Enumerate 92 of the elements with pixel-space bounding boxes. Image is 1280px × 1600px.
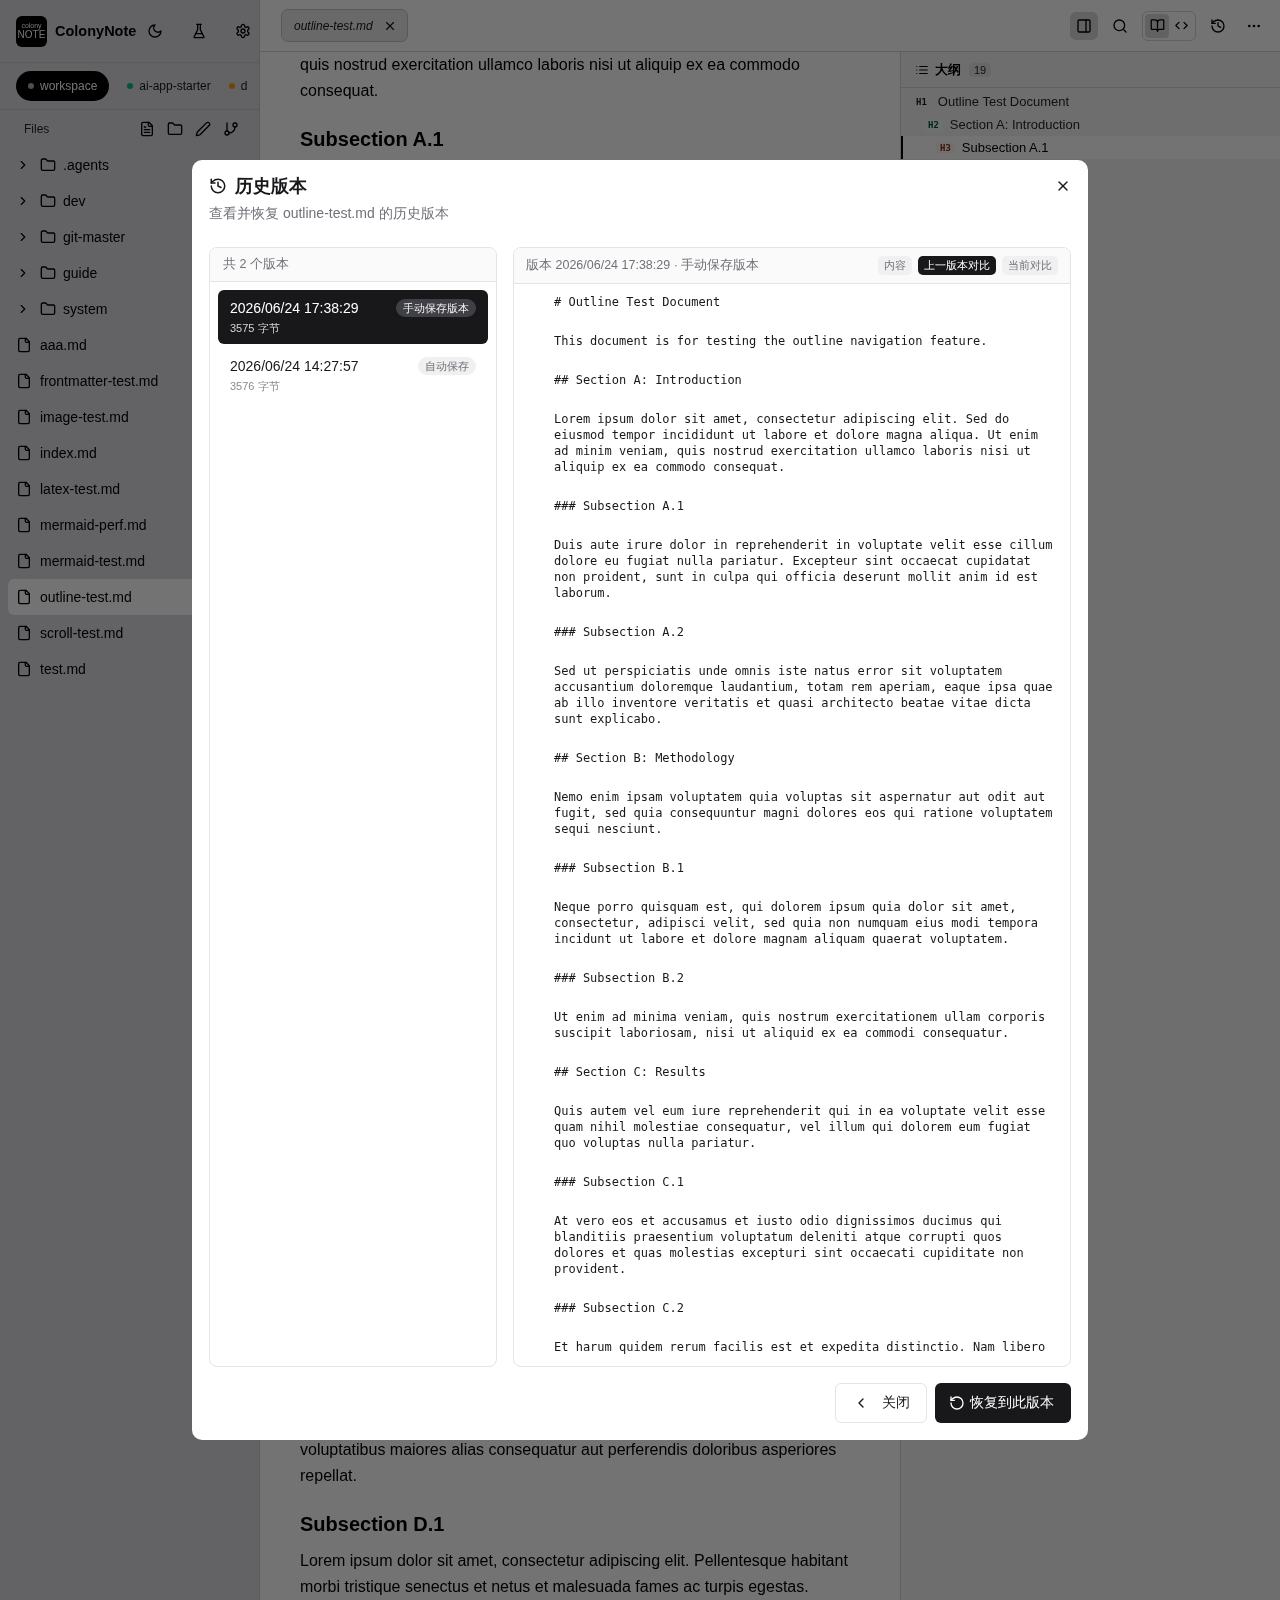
file-icon xyxy=(16,373,32,389)
file-item[interactable]: test.md xyxy=(8,651,251,687)
panel-toggle-button[interactable] xyxy=(1070,11,1098,40)
code-line: Ut enim ad minima veniam, quis nostrum exercitationem ullam corporis suscipit laboriosam, nisi ut aliquid ex ea commodi consequatur. xyxy=(554,1009,1047,1042)
code-line: Nemo enim ipsam voluptatem quia voluptas sit aspernatur aut odit aut fugit, sed quia consequuntur magni dolores eos qui ratione voluptatem sequi nesciunt. xyxy=(554,789,1054,838)
moon-icon[interactable] xyxy=(147,23,163,39)
file-item[interactable]: latex-test.md xyxy=(8,471,251,507)
preview-title: 版本 2026/06/24 17:38:29 · 手动保存版本 xyxy=(526,257,760,274)
heading-level-badge: H3 xyxy=(936,141,955,154)
app-name: ColonyNote xyxy=(55,23,137,39)
view-mode-button[interactable] xyxy=(1145,13,1169,38)
close-button[interactable]: 关闭 xyxy=(835,1383,927,1423)
save-type-badge: 自动保存 xyxy=(418,357,476,375)
code-line: ## Section B: Methodology xyxy=(554,750,736,767)
code-line: ### Subsection B.1 xyxy=(554,860,686,877)
file-icon xyxy=(16,625,32,641)
dialog-title: 历史版本 xyxy=(235,175,307,198)
version-item[interactable]: 2026/06/24 17:38:29 手动保存版本 3575 字节 xyxy=(218,290,488,344)
file-item[interactable]: index.md xyxy=(8,435,251,471)
file-icon xyxy=(16,553,32,569)
file-icon xyxy=(16,481,32,497)
paragraph-text: quis nostrud exercitation ullamco laboris nisi ut aliquip ex ea commodo consequat. xyxy=(300,55,801,101)
pencil-icon[interactable] xyxy=(195,120,211,137)
save-type-badge: 手动保存版本 xyxy=(396,299,476,317)
history-icon[interactable] xyxy=(1210,17,1226,34)
restore-button[interactable]: 恢复到此版本 xyxy=(935,1383,1071,1423)
code-line: ### Subsection C.2 xyxy=(554,1300,686,1317)
file-item[interactable]: mermaid-perf.md xyxy=(8,507,251,543)
folder-icon xyxy=(40,193,56,209)
file-icon xyxy=(16,445,32,461)
code-line: Duis aute irure dolor in reprehenderit in voluptate velit esse cillum dolore eu fugiat nulla pariatur. Excepteur sint occaecat cupidatat non proident, sunt in culpa qui officia deserunt mollit anim id est laborum. xyxy=(554,537,1054,602)
file-icon xyxy=(16,337,32,353)
heading-level-badge: H2 xyxy=(924,118,943,131)
code-line: ### Subsection B.2 xyxy=(554,970,686,987)
paragraph-text: Lorem ipsum dolor sit amet, consectetur adipiscing elit. Pellentesque habitant morbi tristique senectus et netus et malesuada fames ac turpis egestas. xyxy=(300,1551,849,1597)
code-line: ### Subsection A.1 xyxy=(554,498,686,515)
folder-icon xyxy=(40,229,56,245)
count-badge: 19 xyxy=(969,62,992,77)
code-line: ## Section A: Introduction xyxy=(554,372,743,389)
code-line: At vero eos et accusamus et iusto odio dignissimos ducimus qui blanditiis praesentium voluptatum deleniti atque corrupti quos dolores et quas molestias excepturi sint occaecati cupiditate non provident. xyxy=(554,1213,1025,1278)
view-mode-tab[interactable]: 上一版本对比 xyxy=(918,256,996,275)
paragraph-text: voluptatibus maiores alias consequatur aut perferendis doloribus asperiores repellat. xyxy=(300,1440,838,1486)
search-icon[interactable] xyxy=(1112,17,1128,34)
section-label: Files xyxy=(24,121,50,136)
view-mode-tab[interactable]: 当前对比 xyxy=(1002,256,1058,275)
history-icon xyxy=(209,177,227,195)
file-tab[interactable]: outline-test.md xyxy=(281,9,408,42)
branch-icon[interactable] xyxy=(223,120,239,137)
file-icon xyxy=(16,409,32,425)
code-line: Et harum quidem rerum facilis est et expedita distinctio. Nam libero xyxy=(554,1339,1047,1356)
version-size: 3575 字节 xyxy=(230,321,281,335)
section-heading: Subsection D.1 xyxy=(300,1512,446,1537)
undo-icon xyxy=(949,1395,965,1411)
code-line: Quis autem vel eum iure reprehenderit qui in ea voluptate velit esse quam nihil molestiae consequatur, vel illum qui dolorem eum fugiat quo voluptas nulla pariatur. xyxy=(554,1103,1047,1152)
folder-icon xyxy=(40,301,56,317)
flask-icon[interactable] xyxy=(191,23,207,39)
code-line: This document is for testing the outline navigation feature. xyxy=(554,333,989,350)
file-icon xyxy=(16,661,32,677)
version-item[interactable]: 2026/06/24 14:27:57 自动保存 3576 字节 xyxy=(218,348,488,402)
folder-icon[interactable] xyxy=(167,120,183,137)
file-item[interactable]: scroll-test.md xyxy=(8,615,251,651)
side-panel-icon xyxy=(1076,17,1092,34)
outline-item[interactable]: H1 Outline Test Document xyxy=(901,90,1280,113)
outline-title: 大纲 xyxy=(935,60,961,79)
workspace-chip[interactable]: workspace xyxy=(16,71,110,101)
code-line: ## Section C: Results xyxy=(554,1064,707,1081)
version-time: 2026/06/24 14:27:57 xyxy=(230,357,359,375)
outline-item[interactable]: H3 Subsection A.1 xyxy=(901,136,1280,159)
version-size: 3576 字节 xyxy=(230,379,281,393)
book-icon xyxy=(1149,18,1165,33)
section-heading: Subsection A.1 xyxy=(300,127,445,152)
view-mode-tab[interactable]: 内容 xyxy=(878,256,912,275)
workspace-chip[interactable]: d xyxy=(226,71,248,101)
logo-text: NOTE xyxy=(17,29,46,40)
code-line: Sed ut perspiciatis unde omnis iste natus error sit voluptatem accusantium doloremque laudantium, totam rem aperiam, eaque ipsa quae ab illo inventore veritatis et quasi architecto beatae vitae dicta sunt explicabo. xyxy=(554,663,1054,728)
file-icon xyxy=(16,517,32,533)
code-line: ### Subsection C.1 xyxy=(554,1174,686,1191)
code-line: Lorem ipsum dolor sit amet, consectetur adipiscing elit. Sed do eiusmod tempor incididunt ut labore et dolore magna aliqua. Ut enim ad minim veniam, quis nostrud exercitation ullamco laboris nisi ut aliquip ex ea commodo consequat. xyxy=(554,411,1040,476)
outline-item[interactable]: H2 Section A: Introduction xyxy=(901,113,1280,136)
file-item[interactable]: image-test.md xyxy=(8,399,251,435)
code-line: ### Subsection A.2 xyxy=(554,624,686,641)
file-item[interactable]: mermaid-test.md xyxy=(8,543,251,579)
settings-icon[interactable] xyxy=(235,23,251,39)
folder-icon xyxy=(40,157,56,173)
workspace-chip[interactable]: ai-app-starter xyxy=(125,71,211,101)
version-time: 2026/06/24 17:38:29 xyxy=(230,299,359,317)
file-icon xyxy=(16,589,32,605)
version-count: 共 2 个版本 xyxy=(223,256,289,273)
document-icon[interactable] xyxy=(139,120,155,137)
folder-icon xyxy=(40,265,56,281)
code-line: # Outline Test Document xyxy=(554,294,722,311)
code-line: Neque porro quisquam est, qui dolorem ipsum quia dolor sit amet, consectetur, adipisci velit, sed quia non numquam eius modi tempora incidunt ut labore et dolore magnam aliquam quaerat voluptatem. xyxy=(554,899,1040,948)
